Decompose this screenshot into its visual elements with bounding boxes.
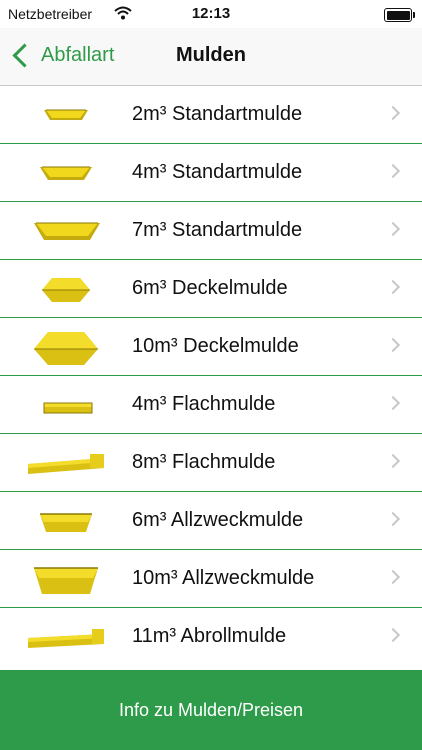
list-item[interactable]: 2m³ Standartmulde [0,86,422,144]
skip-lidded-icon [42,278,90,302]
chevron-right-icon [385,569,401,585]
chevron-right-icon [385,395,401,411]
list-item-label: 2m³ Standartmulde [132,103,303,125]
skip-standard-icon [34,222,100,240]
list-item[interactable]: 8m³ Flachmulde [0,434,422,492]
chevron-right-icon [385,511,401,527]
status-bar: Netzbetreiber 12:13 [0,0,422,28]
list-item-label: 10m³ Allzweckmulde [132,567,315,589]
skip-flat-icon [43,402,93,414]
list-item[interactable]: 4m³ Flachmulde [0,376,422,434]
chevron-right-icon [385,337,401,353]
list-item-label: 8m³ Flachmulde [132,451,276,473]
chevron-right-icon [385,105,401,121]
list-item[interactable]: 7m³ Standartmulde [0,202,422,260]
list-item-label: 7m³ Standartmulde [132,219,303,241]
list-item[interactable]: 11m³ Abrollmulde [0,608,422,665]
chevron-right-icon [385,627,401,643]
list-item-label: 6m³ Deckelmulde [132,277,288,299]
list-item-label: 10m³ Deckelmulde [132,335,299,357]
skip-rolloff-icon [28,629,104,648]
list-item[interactable]: 10m³ Deckelmulde [0,318,422,376]
list-item[interactable]: 6m³ Deckelmulde [0,260,422,318]
page-title: Mulden [176,44,246,66]
chevron-right-icon [385,279,401,295]
skip-allpurpose-icon [40,513,92,532]
chevron-right-icon [385,453,401,469]
navigation-bar: Abfallart Mulden [0,28,422,86]
list-item[interactable]: 10m³ Allzweckmulde [0,550,422,608]
list-item[interactable]: 6m³ Allzweckmulde [0,492,422,550]
list-item[interactable]: 4m³ Standartmulde [0,144,422,202]
skip-list: 2m³ Standartmulde 4m³ Standartmulde 7m³ … [0,86,422,665]
status-time: 12:13 [191,5,231,22]
list-item-label: 4m³ Flachmulde [132,393,276,415]
chevron-right-icon [385,163,401,179]
skip-lidded-icon [34,332,98,365]
skip-standard-icon [44,109,88,120]
info-prices-button[interactable]: Info zu Mulden/Preisen [0,670,422,750]
skip-standard-icon [40,166,92,180]
list-item-label: 4m³ Standartmulde [132,161,303,183]
list-item-label: 11m³ Abrollmulde [132,625,287,647]
chevron-right-icon [385,221,401,237]
battery-icon [384,8,415,22]
list-item-label: 6m³ Allzweckmulde [132,509,304,531]
skip-flat-icon [28,454,104,474]
skip-allpurpose-icon [34,567,98,594]
